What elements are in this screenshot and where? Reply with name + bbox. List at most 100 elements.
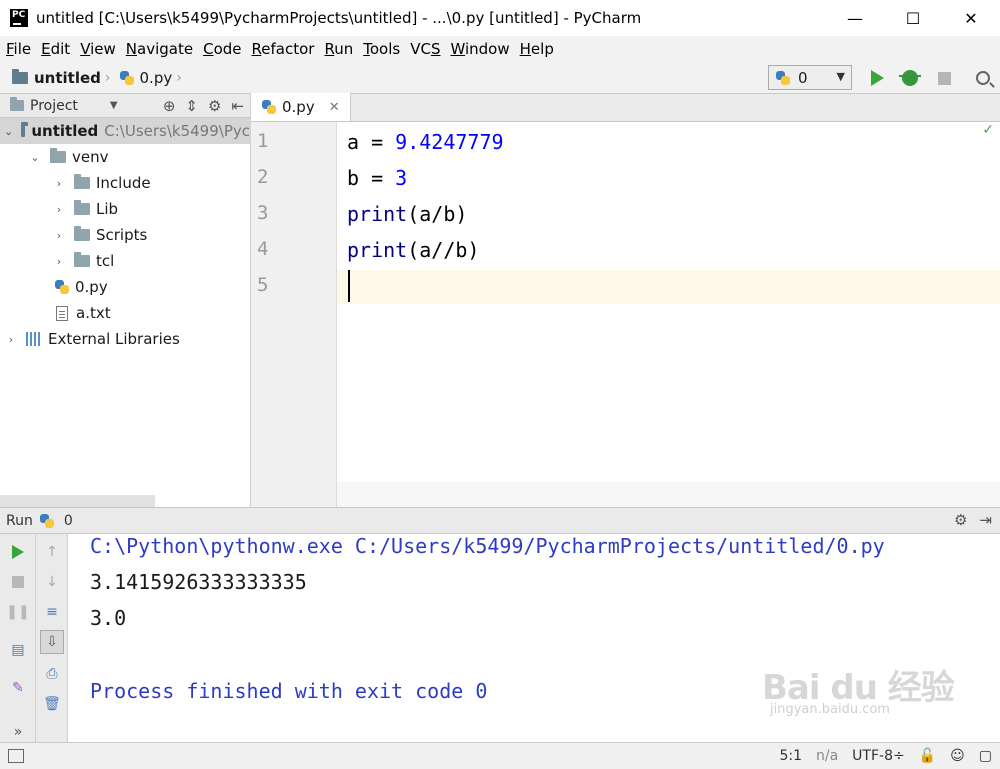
window-title: untitled [C:\Users\k5499\PycharmProjects… [36,9,642,27]
stop-button[interactable] [6,570,30,594]
horizontal-scrollbar[interactable] [0,495,155,507]
close-button[interactable]: ✕ [942,0,1000,36]
menu-code[interactable]: Code [203,40,241,58]
menu-vcs[interactable]: VCS [410,40,440,58]
editor-area: 0.py ✕ 1 2 3 4 5 a = 9.4247779 b = 3 pri… [251,93,1000,507]
menu-edit[interactable]: Edit [41,40,70,58]
more-actions-button[interactable]: » [6,720,30,744]
event-log-icon[interactable]: ▢ [979,748,992,764]
hide-icon[interactable]: ⇥ [979,511,992,529]
menu-view[interactable]: View [80,40,116,58]
code-editor[interactable]: a = 9.4247779 b = 3 print(a/b) print(a//… [337,122,1000,482]
chevron-right-icon: › [104,69,111,86]
tree-item-include[interactable]: › Include [0,170,250,196]
layout-icon: ▤ [11,642,25,658]
chevron-right-icon[interactable]: › [52,255,66,268]
menu-navigate[interactable]: Navigate [126,40,193,58]
editor-tab-bar: 0.py ✕ [251,93,1000,122]
tree-item-tcl[interactable]: › tcl [0,248,250,274]
lock-icon[interactable]: 🔓 [919,748,936,764]
menu-file[interactable]: File [6,40,31,58]
breadcrumb-file[interactable]: 0.py › [119,69,182,87]
chevron-right-icon[interactable]: › [52,203,66,216]
debug-button[interactable] [899,67,921,89]
line-number: 5 [257,274,269,296]
folder-icon [50,148,66,163]
project-tree: ⌄ untitled C:\Users\k5499\Pyc ⌄ venv › I… [0,118,250,352]
bug-icon [899,70,921,86]
hector-icon[interactable]: ☺ [950,748,965,764]
tree-item-scripts[interactable]: › Scripts [0,222,250,248]
up-stack-button[interactable]: ↑ [40,540,64,564]
folder-icon [74,252,90,267]
project-view-selector[interactable]: Project [30,98,78,114]
python-file-icon [775,70,791,86]
inspection-ok-icon[interactable]: ✓ [982,122,994,138]
tool-windows-toggle-icon[interactable] [8,749,24,763]
tree-item-untitled[interactable]: ⌄ untitled C:\Users\k5499\Pyc [0,118,250,144]
down-stack-button[interactable]: ↓ [40,570,64,594]
menu-refactor[interactable]: Refactor [252,40,315,58]
chevron-down-icon[interactable]: ▼ [110,100,118,111]
title-bar: PC untitled [C:\Users\k5499\PycharmProje… [0,0,1000,36]
gear-icon[interactable]: ⚙ [954,511,967,529]
stop-button[interactable] [933,67,955,89]
line-number: 2 [257,166,269,188]
python-file-icon [54,279,70,295]
tree-item-lib[interactable]: › Lib [0,196,250,222]
breadcrumb-project[interactable]: untitled › [12,68,111,87]
print-button[interactable]: ⎙ [40,662,64,686]
tree-item-0py[interactable]: 0.py [0,274,250,300]
locate-icon[interactable]: ⊕ [163,97,176,115]
minimize-button[interactable]: — [826,0,884,36]
project-view-icon [10,97,24,111]
pin-tab-button[interactable]: ✎ [6,676,30,700]
menu-bar: File Edit View Navigate Code Refactor Ru… [0,36,1000,62]
pause-button[interactable]: ❚❚ [6,600,30,624]
chevron-down-icon[interactable]: ⌄ [4,125,13,138]
printer-icon: ⎙ [46,666,58,682]
scroll-to-end-button[interactable]: ⇩ [40,630,64,654]
menu-tools[interactable]: Tools [363,40,400,58]
project-panel-header: Project ▼ ⊕ ⇕ ⚙ ⇤ [0,94,250,118]
run-configuration-select[interactable]: 0 ▼ [768,65,852,90]
file-encoding[interactable]: UTF-8÷ [852,748,905,764]
tree-item-venv[interactable]: ⌄ venv [0,144,250,170]
chevron-right-icon[interactable]: › [52,177,66,190]
maximize-button[interactable]: ☐ [884,0,942,36]
gear-icon[interactable]: ⚙ [208,97,221,115]
code-line-4: print(a//b) [347,238,480,262]
run-tab-0[interactable]: 0 [64,513,73,529]
console-line: 3.0 [90,606,127,630]
run-button[interactable] [866,67,888,89]
editor-footer [337,482,1000,507]
chevron-right-icon[interactable]: › [4,333,18,346]
hide-icon[interactable]: ⇤ [231,97,244,115]
tree-item-atxt[interactable]: a.txt [0,300,250,326]
line-number: 3 [257,202,269,224]
menu-help[interactable]: Help [520,40,554,58]
menu-run[interactable]: Run [324,40,353,58]
close-icon[interactable]: ✕ [329,100,340,115]
collapse-all-icon[interactable]: ⇕ [185,97,198,115]
caret-position[interactable]: 5:1 [779,748,802,764]
search-icon [976,71,990,85]
line-separator[interactable]: n/a [816,748,838,764]
arrow-up-icon: ↑ [46,544,58,560]
clear-all-button[interactable]: 🗑 [40,692,64,716]
soft-wrap-button[interactable]: ≡ [40,600,64,624]
code-line-2: b = 3 [347,166,408,190]
chevron-down-icon: ▼ [836,70,845,83]
python-file-icon [119,70,135,86]
search-everywhere-button[interactable] [972,67,994,89]
rerun-button[interactable] [6,540,30,564]
tab-0py[interactable]: 0.py ✕ [251,93,351,121]
menu-window[interactable]: Window [450,40,509,58]
chevron-down-icon[interactable]: ⌄ [28,151,42,164]
console-line: C:\Python\pythonw.exe C:/Users/k5499/Pyc… [90,534,885,558]
chevron-right-icon[interactable]: › [52,229,66,242]
tree-item-external-libraries[interactable]: › External Libraries [0,326,250,352]
code-line-1: a = 9.4247779 [347,130,504,154]
restore-layout-button[interactable]: ▤ [6,638,30,662]
play-icon [870,70,884,86]
